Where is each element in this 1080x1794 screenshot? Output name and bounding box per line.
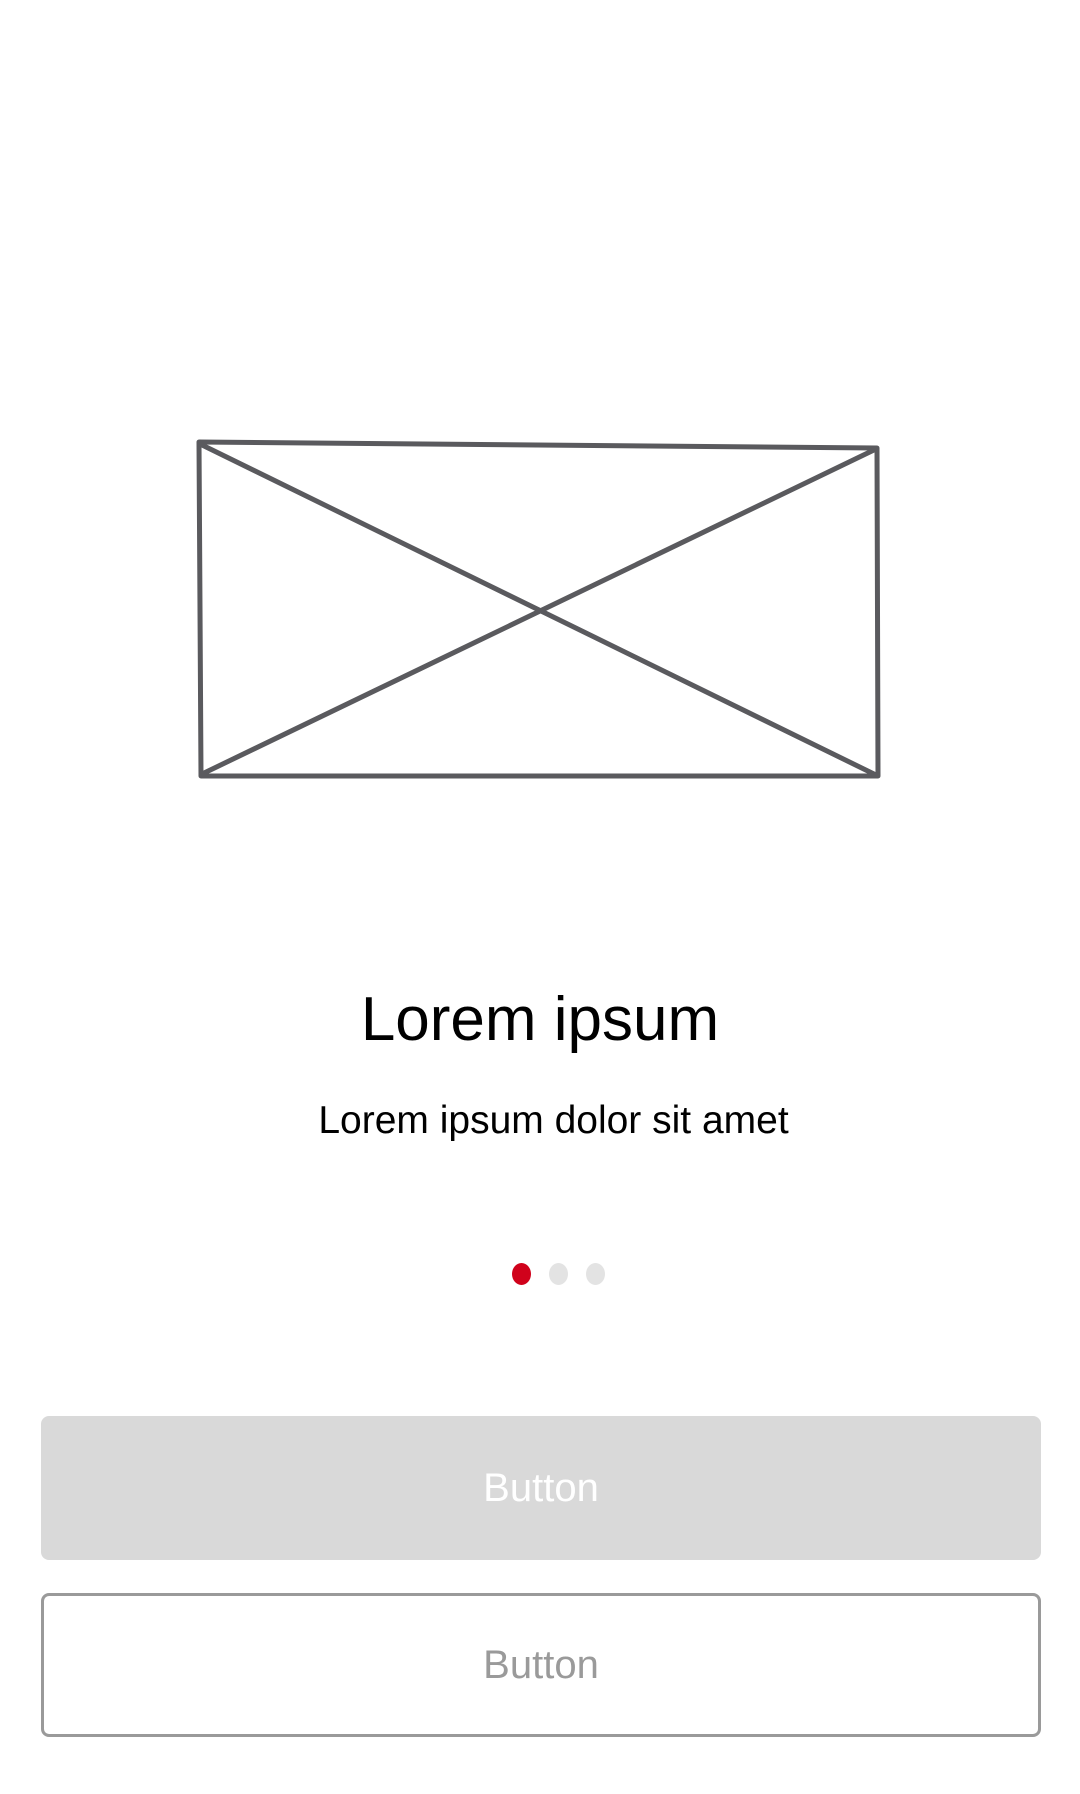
page-subtitle: Lorem ipsum dolor sit amet [318, 1099, 789, 1142]
primary-button[interactable]: Button [41, 1416, 1041, 1560]
secondary-button-label: Button [483, 1642, 599, 1687]
page-dot-1[interactable] [512, 1263, 531, 1285]
secondary-button[interactable]: Button [41, 1593, 1041, 1737]
primary-button-label: Button [483, 1465, 599, 1510]
page-indicator[interactable] [0, 1263, 1080, 1287]
page-title: Lorem ipsum [360, 985, 720, 1054]
page-dot-3[interactable] [586, 1263, 605, 1285]
image-placeholder-icon [195, 438, 885, 784]
page-dot-2[interactable] [549, 1263, 568, 1285]
